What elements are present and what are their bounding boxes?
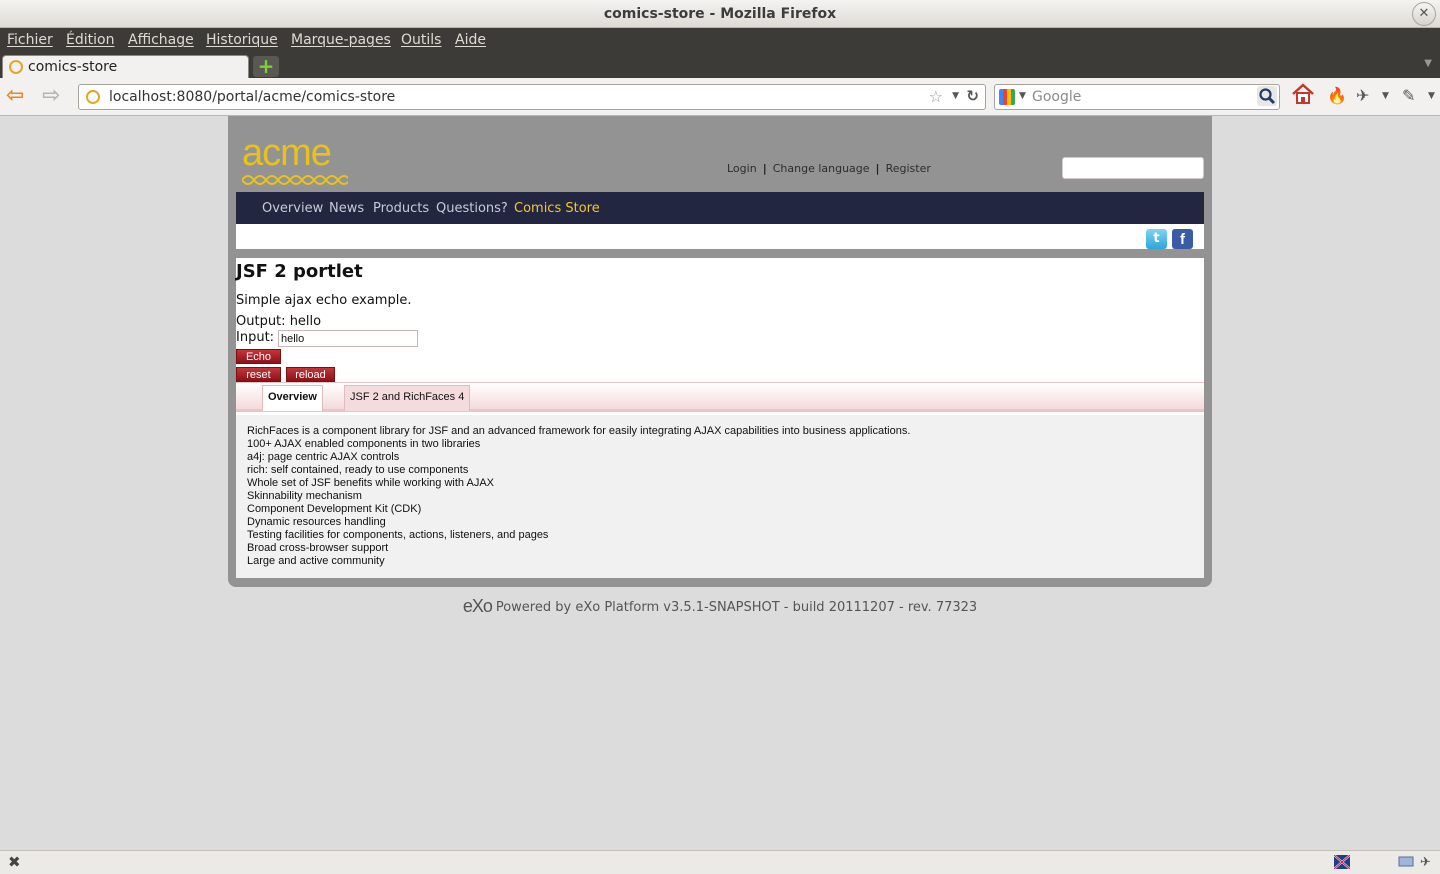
- footer-text: Powered by eXo Platform v3.5.1-SNAPSHOT …: [495, 600, 978, 615]
- menu-affichage[interactable]: Affichage: [128, 32, 194, 48]
- tab-list-icon[interactable]: ▼: [1424, 58, 1432, 69]
- content-line: RichFaces is a component library for JSF…: [247, 425, 911, 437]
- addon-dropdown-icon[interactable]: ▼: [1382, 91, 1389, 101]
- register-link[interactable]: Register: [886, 162, 931, 175]
- nav-products[interactable]: Products: [373, 201, 429, 216]
- reload-button[interactable]: reload: [286, 367, 335, 382]
- addon-pen-icon[interactable]: ✎: [1402, 86, 1415, 105]
- portal-page: acme Login | Change language | Register Over…: [228, 116, 1212, 587]
- search-bar[interactable]: ▼ Google: [994, 84, 1280, 110]
- separator: |: [875, 162, 880, 175]
- history-dropdown-icon[interactable]: ▼: [952, 91, 959, 101]
- loading-icon: [9, 60, 23, 74]
- forward-icon[interactable]: ⇨: [42, 85, 60, 107]
- content-line: Testing facilities for components, actio…: [247, 529, 549, 541]
- nav-comics-store[interactable]: Comics Store: [514, 201, 600, 216]
- search-input[interactable]: Google: [1032, 89, 1081, 105]
- menu-edition[interactable]: Édition: [66, 32, 114, 48]
- content-line: rich: self contained, ready to use compo…: [247, 464, 469, 476]
- addon-status-tool-icon[interactable]: ✈: [1420, 855, 1436, 870]
- url-input[interactable]: localhost:8080/portal/acme/comics-store: [109, 89, 395, 105]
- output-label: Output:: [236, 314, 286, 329]
- content-line: Broad cross-browser support: [247, 542, 389, 554]
- nav-questions[interactable]: Questions?: [436, 201, 508, 216]
- bookmark-star-icon[interactable]: ☆: [929, 87, 943, 106]
- tab-title: comics-store: [28, 59, 118, 75]
- tab-comics-store[interactable]: comics-store: [2, 55, 249, 79]
- addon-monitor-icon[interactable]: [1398, 855, 1414, 869]
- top-links: Login | Change language | Register: [727, 162, 931, 175]
- richfaces-tab-bar: Overview JSF 2 and RichFaces 4: [236, 382, 1204, 412]
- echo-input[interactable]: [278, 330, 418, 347]
- content-line: Component Development Kit (CDK): [247, 503, 422, 515]
- twitter-icon[interactable]: t: [1146, 229, 1167, 249]
- output-value: hello: [289, 314, 322, 329]
- window-title: comics-store - Mozilla Firefox: [603, 6, 837, 22]
- menu-bar: Fichier Édition Affichage Historique Mar…: [0, 28, 1440, 54]
- portlet-description: Simple ajax echo example.: [236, 293, 412, 308]
- addon-tool-icon[interactable]: ✈: [1356, 86, 1369, 105]
- content-line: Dynamic resources handling: [247, 516, 386, 528]
- window-close-button[interactable]: ✕: [1412, 2, 1436, 26]
- facebook-icon[interactable]: f: [1172, 229, 1193, 249]
- echo-button[interactable]: Echo: [236, 349, 281, 364]
- exo-logo: eXo: [462, 596, 493, 616]
- content-line: Whole set of JSF benefits while working …: [247, 477, 494, 489]
- home-icon[interactable]: [1291, 83, 1315, 109]
- content-line: Large and active community: [247, 555, 385, 567]
- jsf-portlet: JSF 2 portlet Simple ajax echo example. …: [236, 258, 1204, 578]
- separator: |: [762, 162, 767, 175]
- change-language-link[interactable]: Change language: [773, 162, 870, 175]
- nav-news[interactable]: News: [329, 201, 364, 216]
- main-navigation: Overview News Products Questions? Comics…: [236, 192, 1204, 224]
- tab-overview[interactable]: Overview: [262, 385, 323, 411]
- status-bar: ✖ ✈: [0, 850, 1440, 874]
- addon-flame-icon[interactable]: 🔥: [1327, 86, 1347, 105]
- window-title-bar: comics-store - Mozilla Firefox ✕: [0, 0, 1440, 28]
- output-row: Output: hello: [236, 314, 321, 329]
- tab-bar: comics-store + ▼: [0, 54, 1440, 79]
- close-status-icon[interactable]: ✖: [8, 853, 21, 871]
- url-bar[interactable]: localhost:8080/portal/acme/comics-store …: [78, 84, 986, 110]
- menu-historique[interactable]: Historique: [206, 32, 278, 48]
- social-bar: t f: [236, 224, 1204, 249]
- menu-dropdown-icon[interactable]: ▼: [1428, 91, 1435, 101]
- page-footer: eXo Powered by eXo Platform v3.5.1-SNAPSH…: [0, 596, 1440, 617]
- search-icon[interactable]: [1257, 86, 1277, 106]
- dna-decoration: [242, 175, 348, 185]
- page-loading-icon: [86, 90, 100, 104]
- addon-flag-icon[interactable]: [1334, 855, 1350, 869]
- content-line: 100+ AJAX enabled components in two libr…: [247, 438, 481, 450]
- menu-marque-pages[interactable]: Marque-pages: [291, 32, 391, 48]
- menu-aide[interactable]: Aide: [455, 32, 486, 48]
- reset-button[interactable]: reset: [236, 367, 281, 382]
- login-link[interactable]: Login: [727, 162, 757, 175]
- navigation-toolbar: ⇦ ⇨ localhost:8080/portal/acme/comics-st…: [0, 78, 1440, 116]
- site-search-input[interactable]: [1062, 157, 1204, 179]
- nav-overview[interactable]: Overview: [262, 201, 323, 216]
- tab-jsf2-richfaces4[interactable]: JSF 2 and RichFaces 4: [344, 385, 471, 411]
- new-tab-button[interactable]: +: [253, 56, 279, 77]
- search-engine-dropdown-icon[interactable]: ▼: [1019, 91, 1026, 101]
- logo-text: acme: [242, 132, 332, 174]
- input-label: Input:: [236, 330, 275, 345]
- tab-content-panel: RichFaces is a component library for JSF…: [236, 415, 1204, 578]
- content-line: a4j: page centric AJAX controls: [247, 451, 400, 463]
- acme-logo[interactable]: acme: [242, 132, 352, 185]
- reload-icon[interactable]: ↻: [966, 87, 979, 105]
- menu-fichier[interactable]: Fichier: [7, 32, 53, 48]
- portlet-title: JSF 2 portlet: [236, 261, 363, 282]
- menu-outils[interactable]: Outils: [401, 32, 441, 48]
- content-line: Skinnability mechanism: [247, 490, 362, 502]
- google-icon[interactable]: [999, 89, 1015, 105]
- back-icon[interactable]: ⇦: [6, 85, 24, 107]
